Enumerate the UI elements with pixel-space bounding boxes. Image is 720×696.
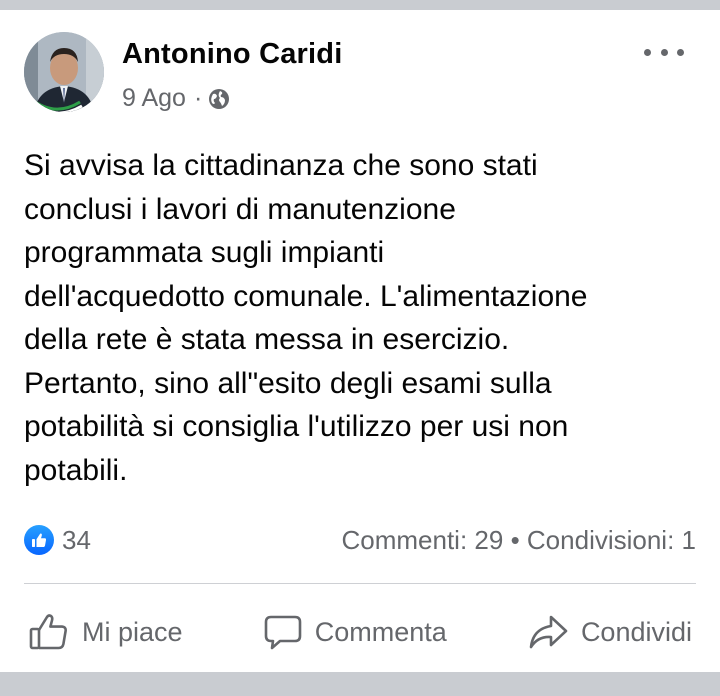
- share-button-label: Condividi: [580, 616, 692, 647]
- share-button[interactable]: Condividi: [523, 606, 696, 658]
- like-reaction-icon: [24, 525, 54, 555]
- reactions-summary[interactable]: 34: [24, 525, 91, 556]
- share-arrow-icon: [529, 615, 568, 649]
- post-time[interactable]: 9 Ago: [122, 84, 186, 113]
- shares-count[interactable]: Condivisioni: 1: [527, 525, 696, 555]
- thumbs-up-icon: [29, 614, 67, 650]
- globe-icon: [208, 88, 230, 110]
- more-options-button[interactable]: [644, 42, 684, 62]
- more-horizontal-icon-dot: [677, 48, 684, 56]
- post-meta: 9 Ago ·: [122, 84, 230, 113]
- like-button[interactable]: Mi piace: [24, 606, 187, 658]
- avatar[interactable]: [24, 32, 104, 112]
- comment-button[interactable]: Commenta: [259, 606, 451, 658]
- author-name[interactable]: Antonino Caridi: [122, 38, 342, 71]
- meta-separator: ·: [193, 84, 203, 112]
- divider: [24, 583, 696, 584]
- reactions-count: 34: [62, 524, 91, 555]
- more-horizontal-icon-dot: [660, 48, 668, 56]
- more-horizontal-icon-dot: [644, 48, 651, 56]
- post-text: Si avvisa la cittadinanza che sono stati…: [24, 149, 588, 487]
- post-stats: 34 Commenti: 29 • Condivisioni: 1: [24, 522, 696, 558]
- comments-count[interactable]: Commenti: 29: [341, 525, 503, 555]
- engagement-counts: Commenti: 29 • Condivisioni: 1: [341, 525, 696, 556]
- comment-bubble-icon: [264, 615, 302, 650]
- post-header: Antonino Caridi 9 Ago ·: [24, 32, 696, 112]
- like-button-label: Mi piace: [82, 616, 183, 647]
- avatar-photo: [24, 32, 104, 112]
- counts-separator: •: [510, 524, 520, 555]
- post-card: Antonino Caridi 9 Ago · Si avvisa la cit…: [0, 10, 720, 672]
- action-bar: Mi piace Commenta Condividi: [24, 600, 696, 664]
- comment-button-label: Commenta: [314, 616, 447, 647]
